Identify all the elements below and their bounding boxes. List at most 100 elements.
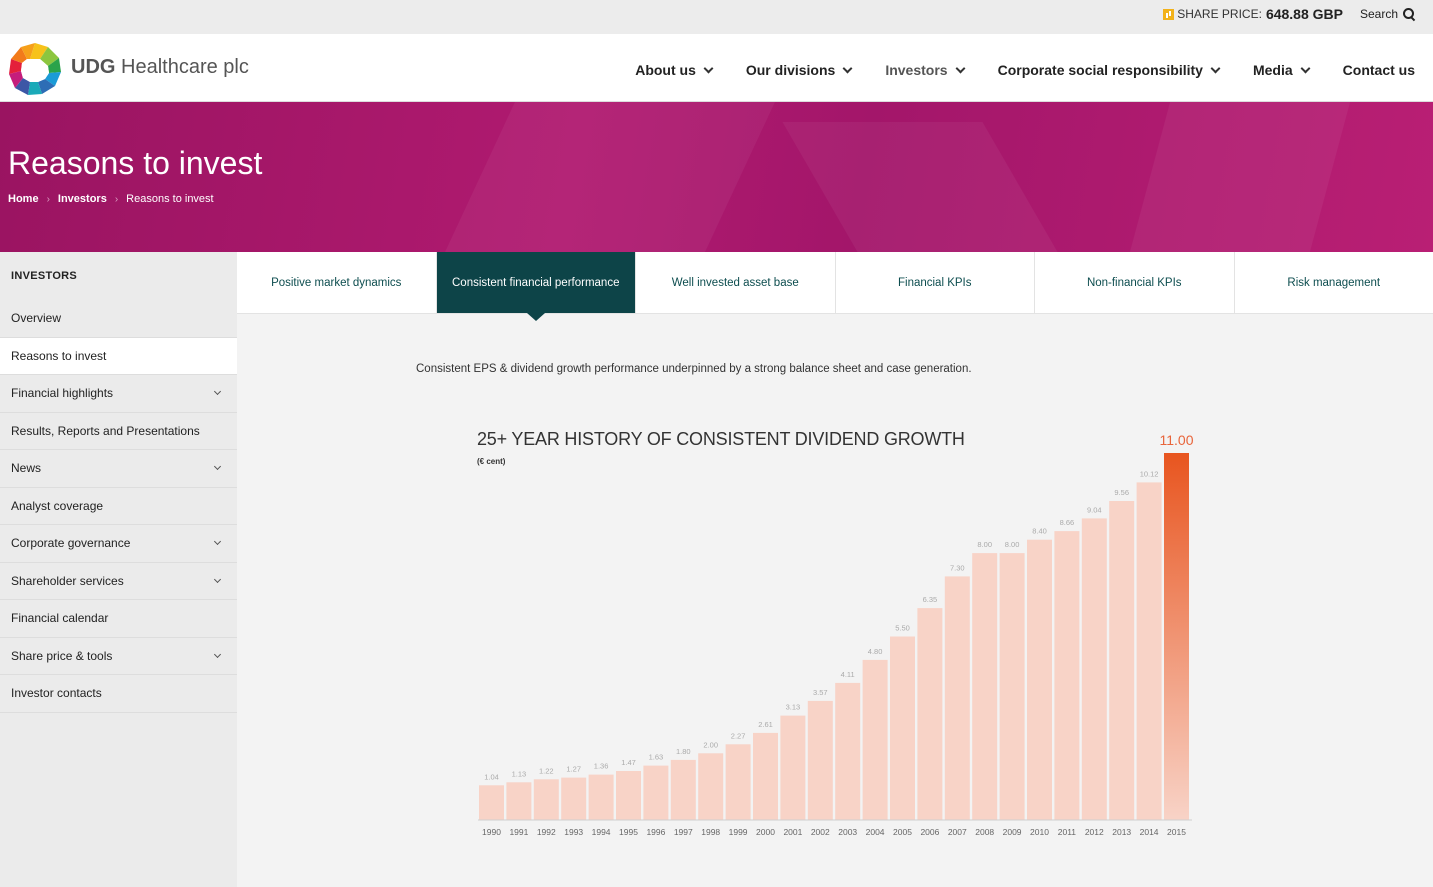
chevron-down-icon	[703, 63, 714, 73]
value-label-2012: 9.04	[1087, 505, 1102, 514]
sidebar-item-results-reports[interactable]: Results, Reports and Presentations	[0, 413, 237, 450]
sidebar-item-shareholder-services[interactable]: Shareholder services	[0, 563, 237, 600]
bar-2015	[1164, 453, 1189, 820]
bar-1998	[698, 753, 724, 820]
tick-label-2001: 2001	[783, 827, 802, 837]
brand-rest: Healthcare plc	[121, 56, 249, 78]
chevron-down-icon[interactable]	[213, 650, 222, 658]
tab-well-invested-asset-base[interactable]: Well invested asset base	[636, 252, 836, 313]
nav-csr[interactable]: Corporate social responsibility	[997, 62, 1221, 78]
chevron-down-icon[interactable]	[213, 538, 222, 546]
tab-consistent-financial-performance[interactable]: Consistent financial performance	[436, 252, 636, 321]
sidebar-item-analyst-coverage[interactable]: Analyst coverage	[0, 488, 237, 525]
sidebar-item-overview[interactable]: Overview	[0, 300, 237, 338]
breadcrumb-home[interactable]: Home	[8, 193, 39, 205]
intro-text: Consistent EPS & dividend growth perform…	[416, 363, 972, 375]
tick-label-1990: 1990	[482, 827, 501, 837]
sidebar-item-share-price-tools[interactable]: Share price & tools	[0, 638, 237, 675]
banner-pattern	[782, 122, 1058, 252]
nav-label: Investors	[885, 62, 948, 78]
value-label-2004: 4.80	[868, 647, 883, 656]
tick-label-2005: 2005	[893, 827, 912, 837]
tick-label-2015: 2015	[1167, 827, 1186, 837]
sidebar-item-news[interactable]: News	[0, 450, 237, 488]
sidebar-item-corporate-governance[interactable]: Corporate governance	[0, 525, 237, 563]
bar-2004	[862, 659, 888, 820]
sidebar-item-label: Reasons to invest	[11, 348, 107, 363]
value-label-2000: 2.61	[758, 720, 773, 729]
value-label-1993: 1.27	[566, 765, 581, 774]
chevron-down-icon	[842, 63, 853, 73]
sidebar-item-financial-calendar[interactable]: Financial calendar	[0, 600, 237, 638]
bar-2006	[917, 608, 943, 820]
bar-2011	[1054, 531, 1080, 820]
value-label-2013: 9.56	[1114, 488, 1129, 497]
chart-icon	[1163, 8, 1175, 20]
sidebar-item-reasons-to-invest[interactable]: Reasons to invest	[0, 337, 237, 375]
nav-investors[interactable]: Investors	[885, 62, 966, 78]
share-price[interactable]: SHARE PRICE: 648.88 GBP	[1163, 6, 1343, 22]
breadcrumb-investors[interactable]: Investors	[58, 193, 107, 205]
bar-2008	[972, 553, 998, 820]
site-header: UDG Healthcare plc About us Our division…	[0, 34, 1433, 102]
chevron-down-icon[interactable]	[213, 463, 222, 471]
search-button[interactable]: Search	[1360, 7, 1415, 21]
tick-label-1991: 1991	[509, 827, 528, 837]
nav-about-us[interactable]: About us	[635, 62, 714, 78]
bar-2014	[1136, 482, 1162, 820]
bar-2001	[780, 715, 806, 820]
sidebar-item-financial-highlights[interactable]: Financial highlights	[0, 375, 237, 413]
chevron-down-icon	[955, 63, 966, 73]
tick-label-1994: 1994	[592, 827, 611, 837]
udg-logo[interactable]	[8, 42, 62, 96]
breadcrumb-separator-icon: ›	[114, 193, 119, 205]
bar-1996	[643, 765, 669, 820]
brand-name[interactable]: UDG Healthcare plc	[71, 56, 249, 79]
bar-2002	[807, 700, 833, 820]
breadcrumb-current: Reasons to invest	[126, 193, 214, 205]
sidebar-item-label: Financial calendar	[11, 611, 109, 626]
bar-2013	[1109, 501, 1135, 820]
main-nav: About us Our divisions Investors Corpora…	[601, 62, 1415, 78]
search-icon	[1403, 8, 1415, 20]
tab-non-financial-kpis[interactable]: Non-financial KPIs	[1035, 252, 1235, 313]
value-label-1998: 2.00	[703, 740, 718, 749]
bar-1993	[561, 777, 587, 820]
tick-label-1998: 1998	[701, 827, 720, 837]
sidebar-item-label: Results, Reports and Presentations	[11, 423, 200, 438]
chevron-down-icon[interactable]	[213, 388, 222, 396]
value-label-2009: 8.00	[1005, 540, 1020, 549]
share-price-value: 648.88 GBP	[1265, 6, 1343, 22]
bar-1999	[725, 744, 751, 820]
sidebar-item-investor-contacts[interactable]: Investor contacts	[0, 675, 237, 713]
tick-label-1997: 1997	[674, 827, 693, 837]
nav-label: Our divisions	[745, 62, 836, 78]
nav-label: Corporate social responsibility	[997, 62, 1203, 78]
section-tabs: Positive market dynamics Consistent fina…	[237, 252, 1433, 321]
tick-label-2004: 2004	[866, 827, 885, 837]
value-label-2011: 8.66	[1060, 518, 1075, 527]
sidebar-item-label: Corporate governance	[11, 536, 131, 551]
value-label-2010: 8.40	[1032, 527, 1047, 536]
bar-1997	[670, 759, 696, 820]
nav-media[interactable]: Media	[1253, 62, 1311, 78]
value-label-1991: 1.13	[512, 769, 527, 778]
value-label-1995: 1.47	[621, 758, 636, 767]
tick-label-1999: 1999	[729, 827, 748, 837]
bar-2005	[890, 636, 915, 820]
chevron-down-icon[interactable]	[213, 575, 222, 583]
tab-financial-kpis[interactable]: Financial KPIs	[836, 252, 1035, 313]
sidebar-item-label: Financial highlights	[11, 386, 114, 401]
tick-label-2003: 2003	[838, 827, 857, 837]
bar-2012	[1081, 518, 1107, 820]
tab-risk-management[interactable]: Risk management	[1235, 252, 1433, 313]
bar-1994	[588, 774, 614, 820]
tab-positive-market-dynamics[interactable]: Positive market dynamics	[237, 252, 437, 313]
breadcrumb-separator-icon: ›	[46, 193, 50, 205]
nav-our-divisions[interactable]: Our divisions	[745, 62, 853, 78]
bar-1992	[533, 779, 559, 820]
nav-contact-us[interactable]: Contact us	[1343, 62, 1415, 78]
value-label-2014: 10.12	[1140, 469, 1159, 478]
tick-label-2002: 2002	[811, 827, 830, 837]
page-title: Reasons to invest	[8, 145, 263, 181]
